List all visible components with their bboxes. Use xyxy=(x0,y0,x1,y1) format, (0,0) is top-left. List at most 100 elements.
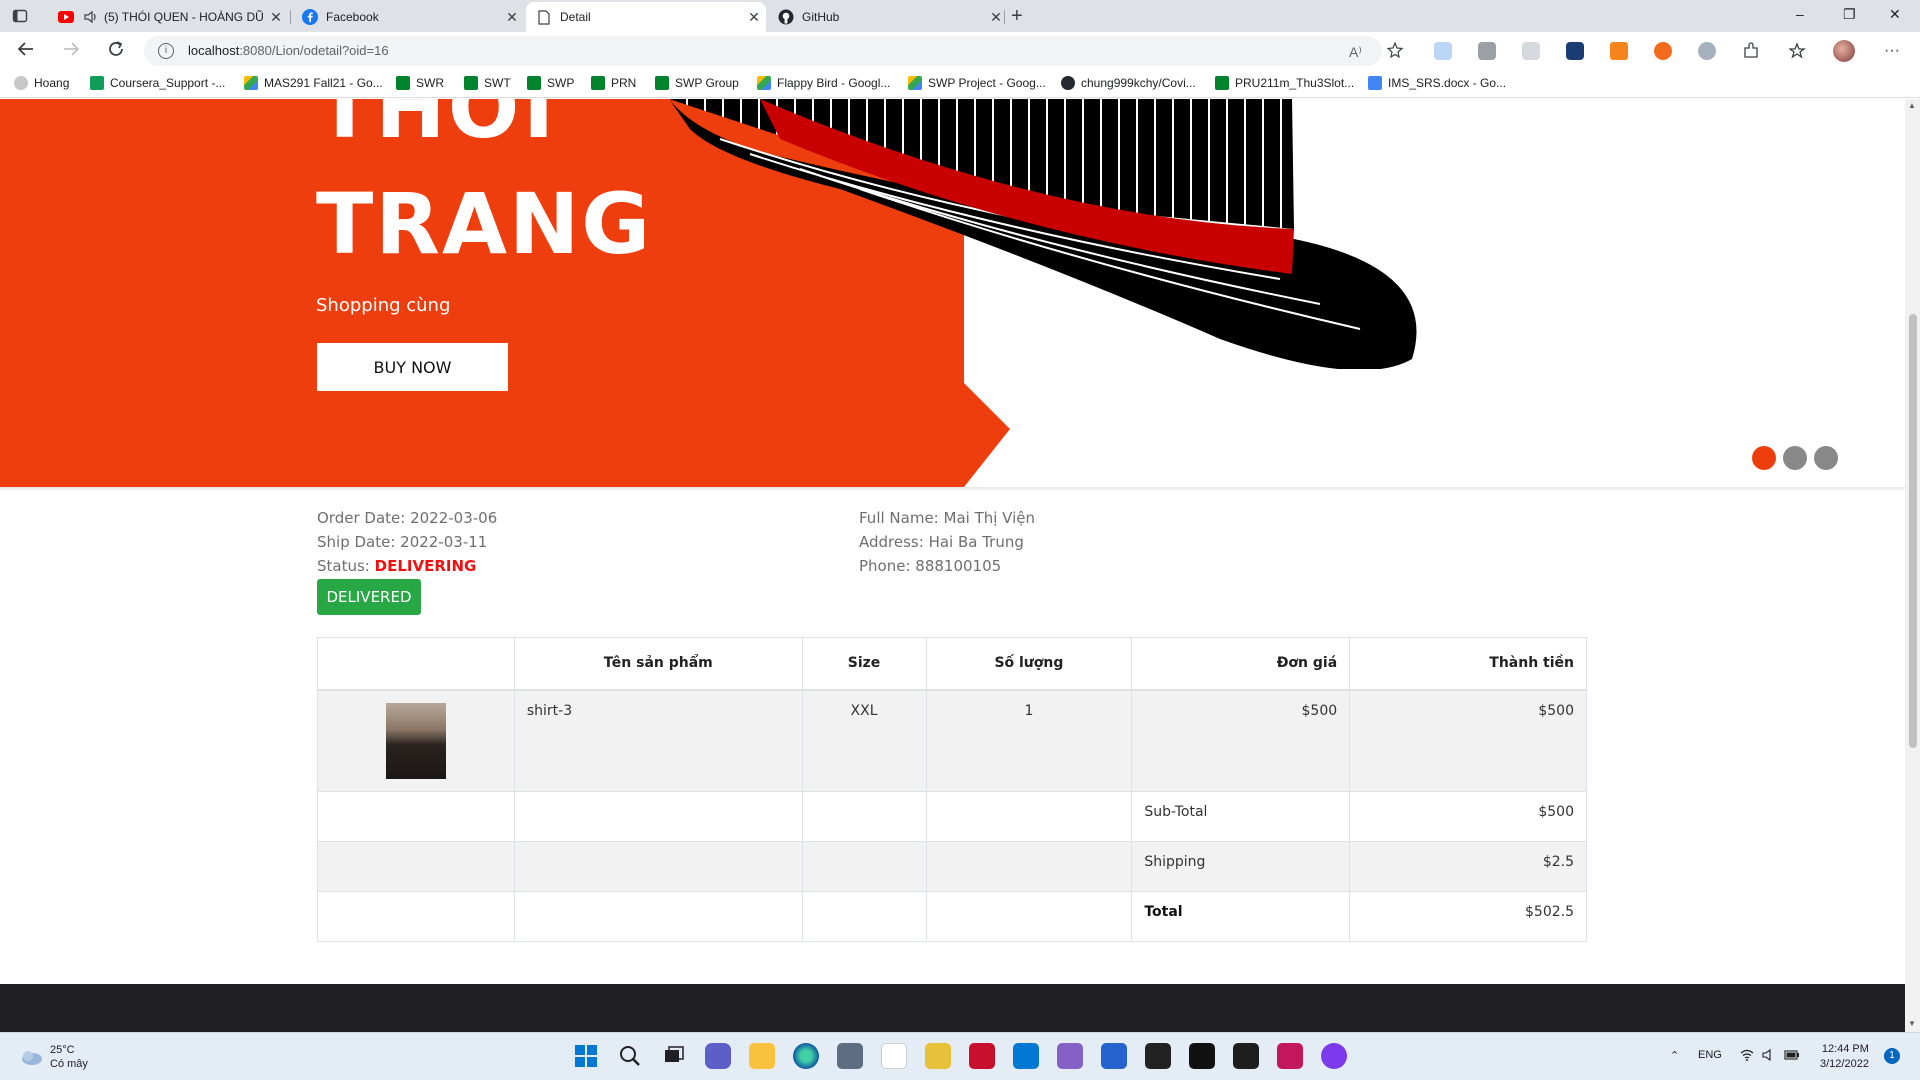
slider-dot[interactable] xyxy=(1783,446,1807,470)
close-tab-icon[interactable]: ✕ xyxy=(264,9,288,26)
more-menu-icon[interactable]: ··· xyxy=(1884,42,1902,60)
hero-subtitle: Shopping cùng xyxy=(316,295,451,316)
url-text[interactable]: localhost:8080/Lion/odetail?oid=16 xyxy=(188,43,389,58)
buy-now-button[interactable]: BUY NOW xyxy=(317,343,508,391)
customer-info: Full Name: Mai Thị Viện Address: Hai Ba … xyxy=(859,506,1035,578)
scroll-up-icon[interactable]: ▲ xyxy=(1908,101,1916,110)
wifi-icon[interactable] xyxy=(1740,1049,1754,1064)
volume-icon[interactable] xyxy=(1762,1048,1776,1064)
meet-icon xyxy=(464,76,478,90)
close-tab-icon[interactable]: ✕ xyxy=(500,9,524,26)
tab-github[interactable]: GitHub ✕ xyxy=(768,2,1008,32)
product-thumbnail[interactable] xyxy=(385,702,446,779)
metamask-icon[interactable] xyxy=(1610,42,1628,60)
language-indicator[interactable]: ENG xyxy=(1698,1049,1722,1061)
product-size: XXL xyxy=(801,689,927,792)
extension-icon[interactable] xyxy=(1698,42,1716,60)
bookmark-item[interactable]: MAS291 Fall21 - Go... xyxy=(244,76,383,90)
delivered-button[interactable]: DELIVERED xyxy=(317,579,421,615)
file-explorer-icon[interactable] xyxy=(749,1043,775,1069)
sticky-notes-icon[interactable] xyxy=(1145,1043,1171,1069)
bookmark-item[interactable]: SWR xyxy=(396,76,444,90)
terminal-icon[interactable] xyxy=(1233,1043,1259,1069)
tab-title: (5) THÓI QUEN - HOÀNG DŨNG xyxy=(104,10,264,24)
pycharm-icon[interactable] xyxy=(1189,1043,1215,1069)
bookmark-item[interactable]: Flappy Bird - Googl... xyxy=(757,76,890,90)
extension-icon[interactable] xyxy=(1522,42,1540,60)
bookmark-label: Flappy Bird - Googl... xyxy=(777,76,891,90)
app-icon[interactable] xyxy=(969,1043,995,1069)
empty-cell xyxy=(925,890,1133,942)
weather-widget[interactable]: 25°C Có mây xyxy=(18,1043,88,1071)
bookmark-item[interactable]: Coursera_Support -... xyxy=(90,76,225,90)
vscode-icon[interactable] xyxy=(1013,1043,1039,1069)
clock-time: 12:44 PM xyxy=(1821,1043,1869,1055)
extension-icon[interactable] xyxy=(1566,42,1584,60)
teams-chat-icon[interactable] xyxy=(705,1043,731,1069)
bookmark-label: SWP xyxy=(547,76,575,90)
bookmark-label: SWP Project - Goog... xyxy=(928,76,1046,90)
new-tab-button[interactable]: + xyxy=(1011,5,1023,28)
search-icon[interactable] xyxy=(617,1043,643,1069)
collections-icon[interactable] xyxy=(1788,42,1807,60)
extension-icon[interactable] xyxy=(1654,42,1672,60)
close-window-button[interactable]: ✕ xyxy=(1889,6,1901,23)
bookmark-label: SWT xyxy=(484,76,511,90)
visual-studio-icon[interactable] xyxy=(1057,1043,1083,1069)
forward-icon[interactable] xyxy=(62,40,80,63)
restore-button[interactable]: ❐ xyxy=(1843,6,1856,23)
ship-date: Ship Date: 2022-03-11 xyxy=(317,530,497,554)
bookmark-item[interactable]: SWP Group xyxy=(655,76,739,90)
column-header-quantity: Số lượng xyxy=(925,637,1133,691)
bookmark-item[interactable]: PRU211m_Thu3Slot... xyxy=(1215,76,1354,90)
rider-icon[interactable] xyxy=(1277,1043,1303,1069)
tab-detail[interactable]: Detail ✕ xyxy=(526,2,766,32)
close-tab-icon[interactable]: ✕ xyxy=(742,9,766,26)
notification-badge[interactable]: 1 xyxy=(1884,1048,1900,1064)
column-header-line-total: Thành tiền xyxy=(1349,637,1587,691)
bookmark-item[interactable]: SWP xyxy=(527,76,574,90)
extensions-puzzle-icon[interactable] xyxy=(1742,42,1760,60)
slider-dot[interactable] xyxy=(1814,446,1838,470)
battery-icon[interactable] xyxy=(1784,1049,1800,1064)
extension-icon[interactable] xyxy=(1434,42,1452,60)
bookmark-item[interactable]: PRN xyxy=(591,76,636,90)
tab-youtube[interactable]: (5) THÓI QUEN - HOÀNG DŨNG ✕ xyxy=(48,2,288,32)
site-info-icon[interactable]: i xyxy=(158,43,174,59)
minimize-button[interactable]: – xyxy=(1796,6,1804,22)
phone: Phone: 888100105 xyxy=(859,554,1035,578)
page-icon xyxy=(536,9,552,25)
app-icon[interactable] xyxy=(837,1043,863,1069)
back-icon[interactable] xyxy=(17,40,35,63)
app-icon[interactable] xyxy=(881,1043,907,1069)
start-icon[interactable] xyxy=(573,1043,599,1069)
scrollbar-thumb[interactable] xyxy=(1909,314,1917,748)
task-view-icon[interactable] xyxy=(661,1043,687,1069)
tab-actions-icon[interactable] xyxy=(12,8,28,24)
reload-icon[interactable] xyxy=(107,40,125,63)
tab-facebook[interactable]: Facebook ✕ xyxy=(292,2,524,32)
profile-avatar[interactable] xyxy=(1833,40,1855,62)
bookmark-item[interactable]: chung999kchy/Covi... xyxy=(1061,76,1196,90)
empty-cell xyxy=(317,840,515,892)
shipping-label: Shipping xyxy=(1131,840,1351,892)
bookmark-item[interactable]: Hoang xyxy=(14,76,69,90)
app-icon[interactable] xyxy=(925,1043,951,1069)
todo-icon[interactable] xyxy=(1101,1043,1127,1069)
bookmark-item[interactable]: SWT xyxy=(464,76,511,90)
read-aloud-icon[interactable]: A⁾ xyxy=(1349,44,1362,61)
show-hidden-icons[interactable]: ⌃ xyxy=(1670,1049,1679,1062)
speaker-icon[interactable] xyxy=(82,9,98,25)
shipping-value: $2.5 xyxy=(1349,840,1587,892)
scroll-down-icon[interactable]: ▼ xyxy=(1908,1019,1916,1028)
bookmark-item[interactable]: SWP Project - Goog... xyxy=(908,76,1046,90)
favorites-add-icon[interactable] xyxy=(1386,41,1405,63)
address-bar[interactable]: i localhost:8080/Lion/odetail?oid=16 A⁾ xyxy=(144,36,1382,66)
app-icon[interactable] xyxy=(1321,1043,1347,1069)
system-clock[interactable]: 12:44 PM 3/12/2022 xyxy=(1820,1042,1869,1072)
edge-icon[interactable] xyxy=(793,1043,819,1069)
page-scrollbar[interactable]: ▲ ▼ xyxy=(1905,99,1920,1032)
bookmark-item[interactable]: IMS_SRS.docx - Go... xyxy=(1368,76,1506,90)
extension-icon[interactable] xyxy=(1478,42,1496,60)
slider-dot[interactable] xyxy=(1752,446,1776,470)
